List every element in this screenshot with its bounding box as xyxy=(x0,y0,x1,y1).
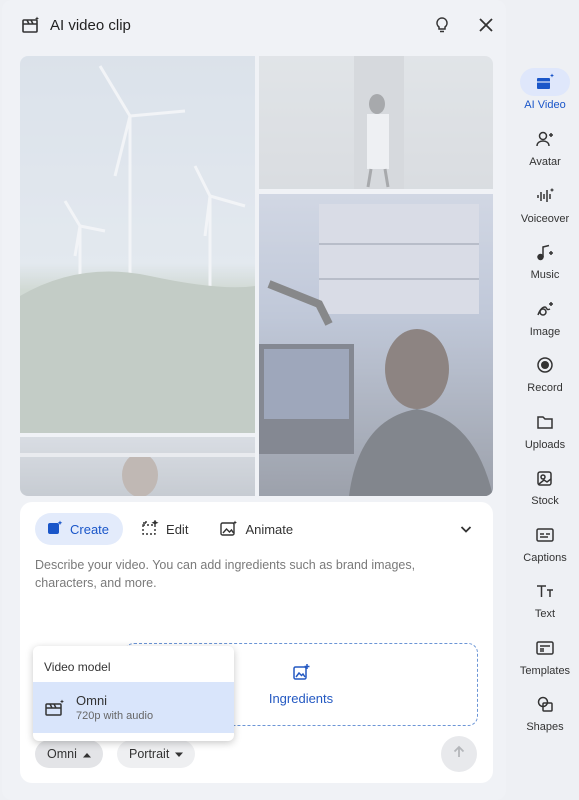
podcaster-image xyxy=(259,194,493,496)
tab-edit[interactable]: Edit xyxy=(129,513,202,545)
sidebar-label-text: Text xyxy=(534,608,556,620)
sidebar-item-image[interactable]: Image xyxy=(513,295,577,345)
tab-create[interactable]: Create xyxy=(35,513,124,545)
sidebar-label-image: Image xyxy=(529,326,561,338)
arrow-up-icon xyxy=(452,745,466,764)
templates-icon xyxy=(520,634,570,662)
model-option-omni[interactable]: Omni 720p with audio xyxy=(33,682,234,733)
aspect-select-label: Portrait xyxy=(129,747,170,761)
captions-icon xyxy=(520,521,570,549)
office-image xyxy=(20,437,255,496)
model-option-text: Omni 720p with audio xyxy=(76,693,153,722)
sidebar-label-avatar: Avatar xyxy=(529,156,561,168)
wind-turbines-image xyxy=(20,56,255,433)
video-model-dropdown: Video model Omni 720p with audio xyxy=(33,646,234,741)
sidebar-item-avatar[interactable]: Avatar xyxy=(513,125,577,175)
voiceover-icon xyxy=(520,182,570,210)
sidebar-label-music: Music xyxy=(530,269,560,281)
sidebar-item-text[interactable]: Text xyxy=(513,577,577,627)
caret-down-icon xyxy=(175,747,184,761)
sidebar-item-shapes[interactable]: Shapes xyxy=(513,690,577,740)
create-sparkle-icon xyxy=(47,520,63,539)
folder-icon xyxy=(520,408,570,436)
sidebar-item-record[interactable]: Record xyxy=(513,351,577,401)
sidebar-item-templates[interactable]: Templates xyxy=(513,634,577,684)
preview-collage xyxy=(20,56,493,496)
model-option-detail: 720p with audio xyxy=(76,710,154,722)
aspect-select[interactable]: Portrait xyxy=(117,740,196,768)
caret-up-icon xyxy=(82,747,91,761)
panel-header: AI video clip xyxy=(20,12,498,38)
mode-tabs: Create Edit Animate xyxy=(35,513,478,545)
chevron-down-icon[interactable] xyxy=(454,517,478,541)
animate-image-icon xyxy=(220,520,238,539)
model-select[interactable]: Omni xyxy=(35,740,103,768)
sidebar-item-captions[interactable]: Captions xyxy=(513,521,577,571)
panel-title: AI video clip xyxy=(50,16,131,34)
sidebar-item-voiceover[interactable]: Voiceover xyxy=(513,182,577,232)
dropdown-header: Video model xyxy=(44,660,111,674)
model-select-label: Omni xyxy=(47,747,77,761)
sidebar-label-voiceover: Voiceover xyxy=(520,213,570,225)
tab-animate-label: Animate xyxy=(245,521,294,537)
sidebar-item-uploads[interactable]: Uploads xyxy=(513,408,577,458)
prompt-input[interactable]: Describe your video. You can add ingredi… xyxy=(35,556,445,592)
shapes-icon xyxy=(520,690,570,718)
sidebar-label-stock: Stock xyxy=(531,495,559,507)
tab-animate[interactable]: Animate xyxy=(208,513,307,545)
close-icon[interactable] xyxy=(474,13,498,37)
music-icon xyxy=(520,238,570,266)
tab-edit-label: Edit xyxy=(166,521,189,537)
model-option-name: Omni xyxy=(76,693,108,708)
record-icon xyxy=(520,351,570,379)
sidebar-item-stock[interactable]: Stock xyxy=(513,464,577,514)
tab-create-label: Create xyxy=(70,521,110,537)
sidebar-label-shapes: Shapes xyxy=(526,721,564,733)
lightbulb-icon[interactable] xyxy=(430,13,454,37)
video-clip-sparkle-icon xyxy=(20,14,42,36)
video-clip-sparkle-icon xyxy=(45,699,65,717)
image-icon xyxy=(520,295,570,323)
add-image-icon xyxy=(292,663,310,686)
stock-icon xyxy=(520,464,570,492)
ai-video-icon xyxy=(520,68,570,96)
sidebar-item-music[interactable]: Music xyxy=(513,238,577,288)
sidebar-label-uploads: Uploads xyxy=(524,439,566,451)
send-button[interactable] xyxy=(441,736,477,772)
sidebar-label-captions: Captions xyxy=(523,552,567,564)
sidebar-label-templates: Templates xyxy=(519,665,571,677)
lab-corridor-image xyxy=(259,56,493,189)
avatar-icon xyxy=(520,125,570,153)
text-icon xyxy=(520,577,570,605)
sidebar-label-ai-video: AI Video xyxy=(524,99,566,111)
sidebar-label-record: Record xyxy=(527,382,563,394)
sidebar-item-ai-video[interactable]: AI Video xyxy=(513,68,577,118)
edit-frame-icon xyxy=(141,518,159,539)
ingredients-label: Ingredients xyxy=(268,691,334,706)
